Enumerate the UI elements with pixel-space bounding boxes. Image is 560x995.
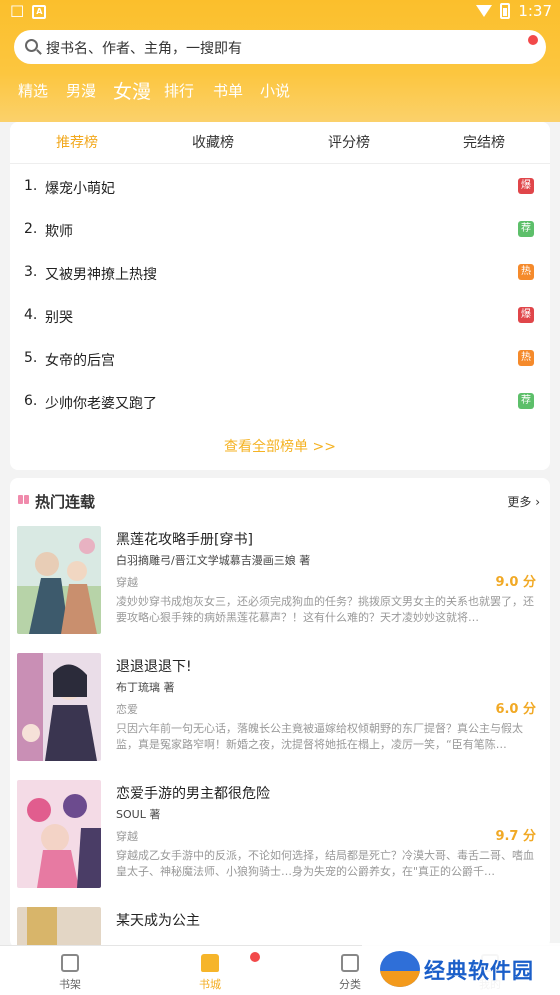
book-item[interactable]: 恋爱手游的男主都很危险 SOUL 著 穿越 9.7 分 穿越成乙女手游中的反派，… [10,780,550,900]
book-cover [17,526,101,634]
rank-row[interactable]: 3. 又被男神撩上热搜 热 [24,262,534,286]
rank-row[interactable]: 6. 少帅你老婆又跑了 荐 [24,391,534,415]
notify-icon: A [32,4,47,19]
book-author: SOUL 著 [116,808,161,821]
book-cover [17,653,101,761]
book-author: 白羽摘雕弓/晋江文学城慕吉漫画三娘 著 [116,554,311,567]
tab-rating[interactable]: 评分榜 [328,132,370,152]
nav-item-active[interactable]: 女漫 [113,77,151,104]
rank-title: 又被男神撩上热搜 [45,267,157,283]
tab-finished[interactable]: 完结榜 [463,132,505,152]
tab-label: 书城 [199,978,221,991]
book-icon [18,495,29,504]
watermark-logo-icon [380,951,420,987]
book-item[interactable]: 某天成为公主 [10,907,550,948]
book-cover [17,907,101,948]
rank-number: 3. [24,264,38,280]
rank-title: 别哭 [45,310,73,326]
notification-dot [528,35,538,45]
book-author: 布丁琉璃 著 [116,681,175,694]
rank-badge: 热 [518,264,534,280]
rank-badge: 爆 [518,307,534,323]
watermark-text: 经典软件园 [424,959,534,983]
bookstore-icon [201,954,219,972]
rank-badge: 荐 [518,221,534,237]
tab-favorite[interactable]: 收藏榜 [192,132,234,152]
rank-title: 女帝的后宫 [45,353,115,369]
book-tag: 恋爱 [116,703,138,716]
rank-tabs: 推荐榜 收藏榜 评分榜 完结榜 [10,122,550,164]
book-title: 恋爱手游的男主都很危险 [116,786,270,802]
book-score: 9.7 分 [495,829,536,844]
top-nav: 精选 男漫 女漫 排行 书单 小说 [0,74,560,106]
tab-bookshelf[interactable]: 书架 [30,946,110,995]
tab-bookstore[interactable]: 书城 [170,946,260,995]
rank-card: 推荐榜 收藏榜 评分榜 完结榜 1. 爆宠小萌妃 爆 2. 欺师 荐 3. 又被… [10,122,550,470]
book-title: 退退退退下! [116,659,192,675]
book-item[interactable]: 黑莲花攻略手册[穿书] 白羽摘雕弓/晋江文学城慕吉漫画三娘 著 穿越 9.0 分… [10,526,550,646]
rank-badge: 荐 [518,393,534,409]
view-all-link[interactable]: 查看全部榜单 >> [10,436,550,456]
rank-title: 欺师 [45,224,73,240]
book-score: 9.0 分 [495,575,536,590]
wifi-icon [476,5,493,17]
rank-number: 6. [24,393,38,409]
rank-title: 少帅你老婆又跑了 [45,396,157,412]
book-score: 6.0 分 [495,702,536,717]
book-item[interactable]: 退退退退下! 布丁琉璃 著 恋爱 6.0 分 只因六年前一句无心话，落魄长公主竟… [10,653,550,773]
book-tag: 穿越 [116,830,138,843]
book-title: 某天成为公主 [116,913,200,929]
book-title: 黑莲花攻略手册[穿书] [116,532,253,548]
search-placeholder: 搜书名、作者、主角，一搜即有 [46,41,242,57]
rank-number: 2. [24,221,38,237]
nav-item[interactable]: 书单 [213,80,243,101]
header: ☐ A 1:37 搜书名、作者、主角，一搜即有 精选 男漫 女漫 排行 书单 小… [0,0,560,122]
section-title: 热门连载 [35,493,96,511]
rank-number: 5. [24,350,38,366]
hot-header: 热门连载 更多 › [10,478,550,522]
book-tag: 穿越 [116,576,138,589]
watermark: 经典软件园 [362,943,560,995]
hot-serial-card: 热门连载 更多 › 黑莲花攻略手册[穿书] 白羽摘雕弓/晋江文学城慕吉漫画三娘 … [10,478,550,948]
app-logo-icon: ☐ [10,2,25,21]
rank-row[interactable]: 5. 女帝的后宫 热 [24,348,534,372]
book-desc: 凌妙妙穿书成炮灰女三，还必须完成狗血的任务？挑拨原文男女主的关系也就罢了，还要攻… [116,595,534,624]
book-desc: 穿越成乙女手游中的反派，不论如何选择，结局都是死亡？冷漠大哥、毒舌二哥、嗜血皇太… [116,849,534,878]
bookshelf-icon [61,954,79,972]
nav-item[interactable]: 排行 [164,80,194,101]
book-desc: 只因六年前一句无心话，落魄长公主竟被逼嫁给权倾朝野的东厂提督？真公主与假太监，真… [116,722,523,751]
tab-recommend[interactable]: 推荐榜 [56,132,98,152]
notification-dot [250,952,260,962]
nav-item[interactable]: 精选 [18,80,48,101]
rank-badge: 爆 [518,178,534,194]
search-bar[interactable]: 搜书名、作者、主角，一搜即有 [14,30,546,64]
status-bar: ☐ A 1:37 [0,0,560,24]
rank-number: 1. [24,178,38,194]
rank-number: 4. [24,307,38,323]
rank-row[interactable]: 4. 别哭 爆 [24,305,534,329]
battery-icon [500,3,511,19]
rank-row[interactable]: 1. 爆宠小萌妃 爆 [24,176,534,200]
clock: 1:37 [518,2,552,20]
more-link[interactable]: 更多 › [507,493,540,510]
rank-badge: 热 [518,350,534,366]
search-icon [25,39,38,52]
nav-item[interactable]: 小说 [260,80,290,101]
book-cover [17,780,101,888]
rank-row[interactable]: 2. 欺师 荐 [24,219,534,243]
nav-item[interactable]: 男漫 [66,80,96,101]
tab-label: 书架 [59,978,81,991]
rank-title: 爆宠小萌妃 [45,181,115,197]
category-icon [341,954,359,972]
